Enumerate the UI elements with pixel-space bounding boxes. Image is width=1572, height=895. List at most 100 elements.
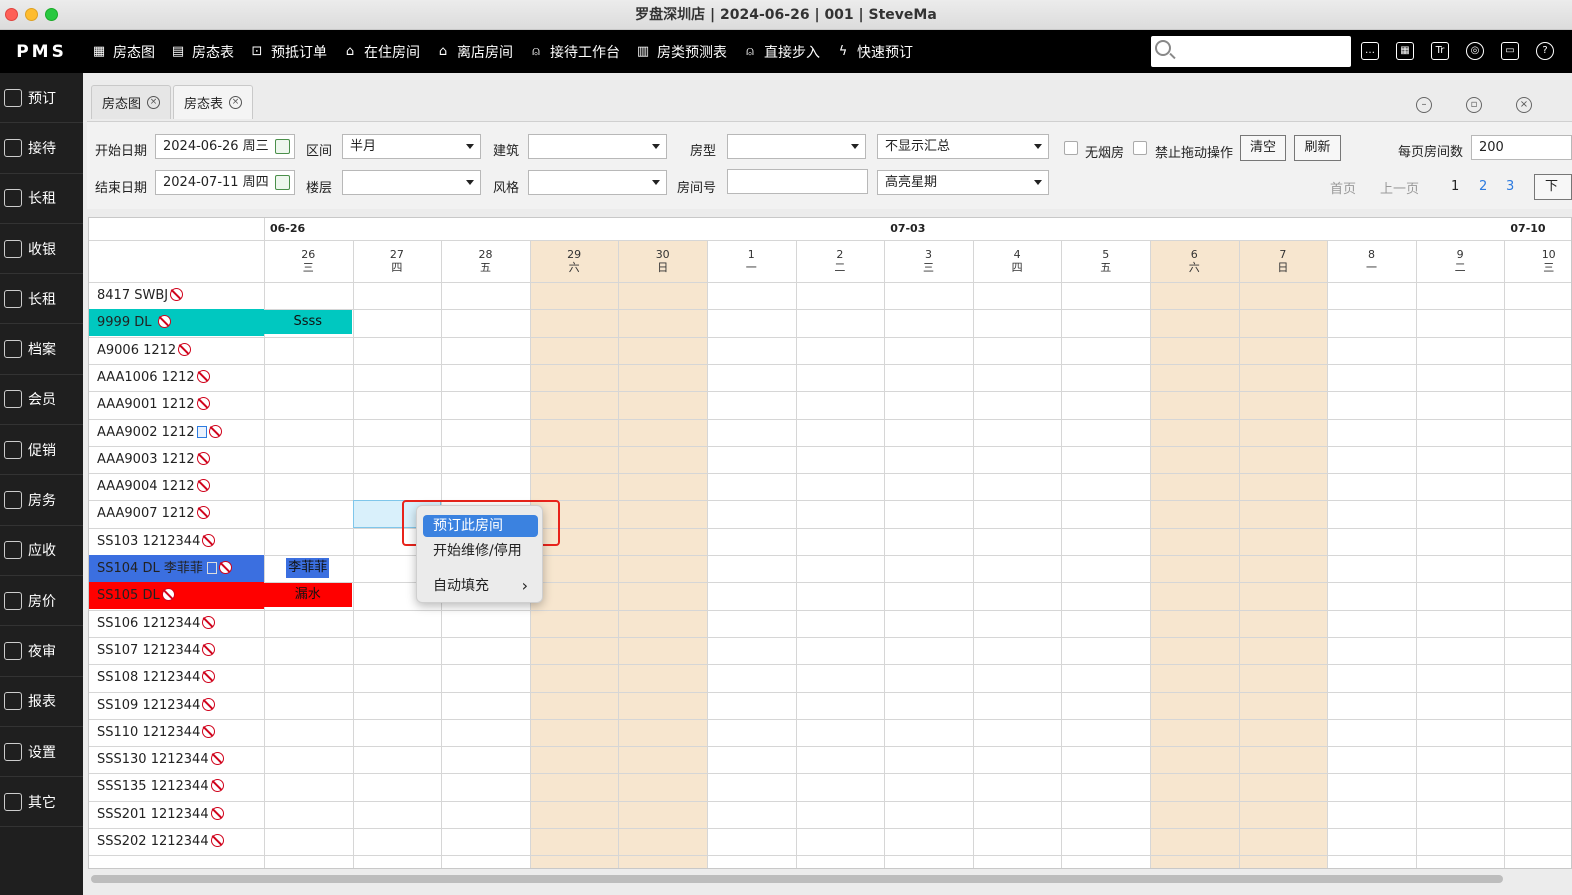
sidebar-item-label: 设置 (28, 744, 56, 761)
prev-page-button[interactable]: 上一页 (1380, 178, 1419, 197)
room-row-label[interactable]: SS108 1212344 (89, 664, 264, 691)
range-select[interactable]: 半月 (342, 134, 481, 159)
refresh-button[interactable]: 刷新 (1294, 135, 1341, 161)
first-page-button[interactable]: 首页 (1330, 178, 1356, 197)
minimize-window-button[interactable] (25, 8, 38, 21)
calendar-icon[interactable] (275, 175, 290, 190)
room-row-label[interactable]: AAA1006 1212 (89, 364, 264, 391)
globe-icon[interactable]: ◎ (1466, 42, 1484, 60)
room-row-label[interactable]: SSS135 1212344 (89, 773, 264, 800)
nav-item-3[interactable]: ⌂ 在住房间 (342, 42, 420, 62)
room-row-label[interactable]: SSS201 1212344 (89, 801, 264, 828)
nav-item-7[interactable]: ⍝ 直接步入 (742, 42, 820, 62)
end-date-input[interactable]: 2024-07-11 周四 (155, 170, 295, 195)
sidebar-item-14[interactable]: 其它 (0, 777, 83, 828)
room-row-label[interactable]: A9006 1212 (89, 337, 264, 364)
autofill-menu-item[interactable]: 自动填充 › (423, 575, 538, 597)
calculator-icon[interactable]: ▦ (1396, 42, 1414, 60)
room-row-label[interactable]: SS105 DL (89, 582, 264, 610)
clear-button[interactable]: 清空 (1240, 135, 1286, 161)
minimize-panel-icon[interactable]: – (1416, 97, 1432, 113)
global-search-input[interactable] (1151, 36, 1351, 67)
sidebar-item-4[interactable]: 长租 (0, 274, 83, 325)
menu-icon (4, 239, 22, 258)
scrollbar-thumb[interactable] (91, 875, 1503, 883)
floor-select[interactable] (342, 170, 481, 195)
building-select[interactable] (528, 134, 667, 159)
page-3-link[interactable]: 3 (1506, 179, 1514, 194)
book-room-menu-item[interactable]: 预订此房间 (423, 515, 538, 537)
nav-item-6[interactable]: ▥ 房类预测表 (635, 42, 727, 62)
room-row-label[interactable]: 9999 DL (89, 309, 264, 337)
sidebar-item-9[interactable]: 应收 (0, 526, 83, 576)
nav-item-8[interactable]: ϟ 快速预订 (835, 42, 913, 62)
room-row-label[interactable]: AAA9001 1212 (89, 391, 264, 418)
highlight-select[interactable]: 高亮星期 (877, 170, 1049, 195)
sidebar-item-10[interactable]: 房价 (0, 576, 83, 627)
nav-item-0[interactable]: ▦ 房态图 (91, 42, 155, 62)
no-smoking-checkbox[interactable] (1064, 141, 1078, 155)
sidebar-item-12[interactable]: 报表 (0, 677, 83, 727)
room-row-label[interactable]: 8417 SWBJ (89, 282, 264, 309)
nav-item-5[interactable]: ⍝ 接待工作台 (528, 42, 620, 62)
nav-item-2[interactable]: ⊡ 预抵订单 (249, 42, 327, 62)
close-panel-icon[interactable]: × (1516, 97, 1532, 113)
sidebar-item-1[interactable]: 接待 (0, 123, 83, 174)
sidebar-item-7[interactable]: 促销 (0, 425, 83, 476)
nav-item-4[interactable]: ⌂ 离店房间 (435, 42, 513, 62)
day-number: 28 (478, 248, 493, 261)
message-icon[interactable]: … (1361, 42, 1379, 60)
close-tab-icon[interactable]: × (229, 96, 243, 109)
next-page-button[interactable]: 下 (1534, 174, 1572, 200)
room-row-label[interactable]: SS104 DL 李菲菲 (89, 555, 264, 582)
sidebar-item-2[interactable]: 长租 (0, 174, 83, 224)
font-icon[interactable]: Tr (1431, 42, 1449, 60)
sidebar-item-0[interactable]: 预订 (0, 73, 83, 124)
room-row-label[interactable]: SS107 1212344 (89, 637, 264, 664)
nav-item-1[interactable]: ▤ 房态表 (170, 42, 234, 62)
horizontal-scrollbar[interactable] (83, 872, 1572, 886)
sidebar-item-8[interactable]: 房务 (0, 475, 83, 526)
roomno-input[interactable] (727, 169, 868, 194)
summary-select[interactable]: 不显示汇总 (877, 134, 1049, 159)
page-2-link[interactable]: 2 (1479, 179, 1487, 194)
lock-icon[interactable]: ▭ (1501, 42, 1519, 60)
room-row-label[interactable]: AAA9003 1212 (89, 446, 264, 473)
tab-1[interactable]: 房态表 × (173, 85, 254, 119)
sidebar-item-3[interactable]: 收银 (0, 224, 83, 275)
start-date-input[interactable]: 2024-06-26 周三 (155, 134, 295, 159)
roomtype-select[interactable] (727, 134, 866, 159)
sidebar-item-6[interactable]: 会员 (0, 375, 83, 426)
sidebar-item-11[interactable]: 夜审 (0, 626, 83, 677)
room-row-label[interactable]: AAA9004 1212 (89, 473, 264, 500)
tab-0[interactable]: 房态图 × (91, 85, 172, 119)
room-row-label[interactable]: SSS130 1212344 (89, 746, 264, 773)
room-row-label[interactable]: AAA9002 1212 (89, 419, 264, 446)
style-select[interactable] (528, 170, 667, 195)
sidebar-item-5[interactable]: 档案 (0, 324, 83, 375)
day-header: 28 五 (441, 240, 530, 282)
close-tab-icon[interactable]: × (147, 96, 161, 109)
help-icon[interactable]: ? (1536, 42, 1554, 60)
page-1-link[interactable]: 1 (1451, 179, 1459, 194)
grid-line (89, 828, 1571, 829)
per-page-input[interactable]: 200 (1471, 135, 1572, 160)
calendar-icon[interactable] (275, 139, 290, 154)
restore-panel-icon[interactable]: ▫ (1466, 97, 1482, 113)
grid-line (89, 609, 1571, 611)
close-window-button[interactable] (5, 8, 18, 21)
booking-block[interactable]: Ssss (264, 310, 352, 335)
room-row-label[interactable]: SSS202 1212344 (89, 828, 264, 855)
sidebar-item-13[interactable]: 设置 (0, 727, 83, 778)
start-maintenance-menu-item[interactable]: 开始维修/停用 (423, 540, 538, 562)
room-row-label[interactable]: AAA9007 1212 (89, 500, 264, 527)
room-row-label[interactable]: SS106 1212344 (89, 610, 264, 637)
booking-block[interactable]: 漏水 (264, 583, 352, 608)
room-row-label[interactable]: SS109 1212344 (89, 692, 264, 719)
room-row-label[interactable]: SS103 1212344 (89, 528, 264, 555)
maximize-window-button[interactable] (45, 8, 58, 21)
no-drag-checkbox[interactable] (1133, 141, 1147, 155)
booking-block[interactable]: 李菲菲 (264, 556, 352, 580)
trash-icon[interactable] (206, 562, 217, 574)
room-row-label[interactable]: SS110 1212344 (89, 719, 264, 746)
